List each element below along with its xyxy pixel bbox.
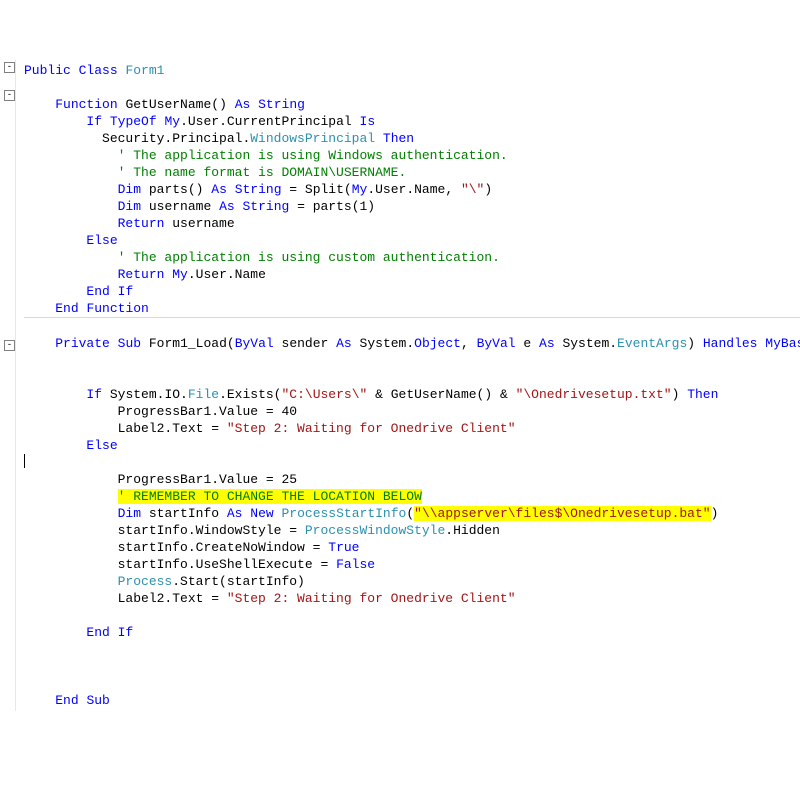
keyword: Function <box>55 97 117 112</box>
code-area[interactable]: Public Class Form1 Function GetUserName(… <box>16 60 800 711</box>
keyword: Private <box>55 336 110 351</box>
identifier: System. <box>562 336 617 351</box>
keyword: Object <box>414 336 461 351</box>
identifier: startInfo.WindowStyle = <box>118 523 305 538</box>
type: File <box>188 387 219 402</box>
comment: ' The name format is DOMAIN\USERNAME. <box>118 165 407 180</box>
identifier: .User.Name, <box>367 182 461 197</box>
identifier: username <box>149 199 219 214</box>
identifier: username <box>172 216 234 231</box>
keyword: Function <box>86 301 148 316</box>
identifier: e <box>523 336 539 351</box>
identifier: sender <box>282 336 337 351</box>
keyword: Sub <box>118 336 141 351</box>
identifier: Label2.Text = <box>118 591 227 606</box>
keyword: As <box>235 97 251 112</box>
keyword: If <box>86 387 102 402</box>
identifier: startInfo <box>149 506 227 521</box>
keyword: If <box>118 625 134 640</box>
string: "Step 2: Waiting for Onedrive Client" <box>227 591 516 606</box>
keyword: MyBase <box>765 336 800 351</box>
keyword: Return <box>118 267 165 282</box>
identifier: startInfo.UseShellExecute = <box>118 557 336 572</box>
string: "\" <box>461 182 484 197</box>
keyword: True <box>328 540 359 555</box>
keyword: End <box>86 625 109 640</box>
keyword: If <box>118 284 134 299</box>
type: Process <box>118 574 173 589</box>
identifier: .Hidden <box>445 523 500 538</box>
type: ProcessWindowStyle <box>305 523 445 538</box>
keyword: ByVal <box>235 336 274 351</box>
identifier: .User.CurrentPrincipal <box>180 114 359 129</box>
keyword: Else <box>86 438 117 453</box>
code-editor[interactable]: - - - Public Class Form1 Function GetUse… <box>0 60 800 711</box>
keyword: If <box>86 114 102 129</box>
keyword: TypeOf <box>110 114 157 129</box>
fold-marker[interactable]: - <box>4 90 15 101</box>
identifier: ProgressBar1.Value = 25 <box>118 472 297 487</box>
type: EventArgs <box>617 336 687 351</box>
keyword: String <box>242 199 289 214</box>
keyword: My <box>352 182 368 197</box>
string: "Step 2: Waiting for Onedrive Client" <box>227 421 516 436</box>
comment-highlighted: ' REMEMBER TO CHANGE THE LOCATION BELOW <box>118 489 422 504</box>
string-highlighted: "\\appserver\files$\Onedrivesetup.bat" <box>414 506 710 521</box>
keyword: My <box>172 267 188 282</box>
identifier: & GetUserName() & <box>367 387 515 402</box>
keyword: Public <box>24 63 71 78</box>
identifier: System. <box>360 336 415 351</box>
keyword: Dim <box>118 182 141 197</box>
keyword: String <box>235 182 282 197</box>
keyword: Then <box>383 131 414 146</box>
keyword: False <box>336 557 375 572</box>
keyword: String <box>258 97 305 112</box>
identifier: .Start(startInfo) <box>172 574 305 589</box>
comment: ' The application is using custom authen… <box>118 250 500 265</box>
keyword: My <box>164 114 180 129</box>
keyword: Dim <box>118 506 141 521</box>
identifier: GetUserName <box>125 97 211 112</box>
keyword: Is <box>360 114 376 129</box>
string: "C:\Users\" <box>282 387 368 402</box>
keyword: End <box>55 301 78 316</box>
keyword: Dim <box>118 199 141 214</box>
keyword: New <box>250 506 273 521</box>
identifier: ) <box>672 387 688 402</box>
keyword: End <box>86 284 109 299</box>
identifier: Form1_Load <box>149 336 227 351</box>
keyword: Else <box>86 233 117 248</box>
string: "\Onedrivesetup.txt" <box>516 387 672 402</box>
fold-gutter: - - - <box>0 60 16 711</box>
keyword: As <box>539 336 555 351</box>
identifier: ProgressBar1.Value = 40 <box>118 404 297 419</box>
identifier: Label2.Text = <box>118 421 227 436</box>
keyword: Then <box>687 387 718 402</box>
keyword: As <box>336 336 352 351</box>
identifier: Security.Principal. <box>102 131 250 146</box>
fold-marker[interactable]: - <box>4 340 15 351</box>
keyword: ByVal <box>477 336 516 351</box>
fold-marker[interactable]: - <box>4 62 15 73</box>
comment: ' The application is using Windows authe… <box>118 148 508 163</box>
keyword: Sub <box>86 693 109 708</box>
identifier: = parts(1) <box>289 199 375 214</box>
keyword: Handles <box>703 336 758 351</box>
caret-line[interactable] <box>24 454 800 471</box>
type: Form1 <box>125 63 164 78</box>
type: ProcessStartInfo <box>282 506 407 521</box>
identifier: = Split( <box>282 182 352 197</box>
keyword: Class <box>79 63 118 78</box>
keyword: End <box>55 693 78 708</box>
identifier: startInfo.CreateNoWindow = <box>118 540 329 555</box>
keyword: As <box>211 182 227 197</box>
keyword: Return <box>118 216 165 231</box>
identifier: .User.Name <box>188 267 266 282</box>
keyword: As <box>227 506 243 521</box>
type: WindowsPrincipal <box>250 131 375 146</box>
identifier: parts() <box>149 182 211 197</box>
keyword: As <box>219 199 235 214</box>
identifier: .Exists( <box>219 387 281 402</box>
identifier: System.IO. <box>110 387 188 402</box>
